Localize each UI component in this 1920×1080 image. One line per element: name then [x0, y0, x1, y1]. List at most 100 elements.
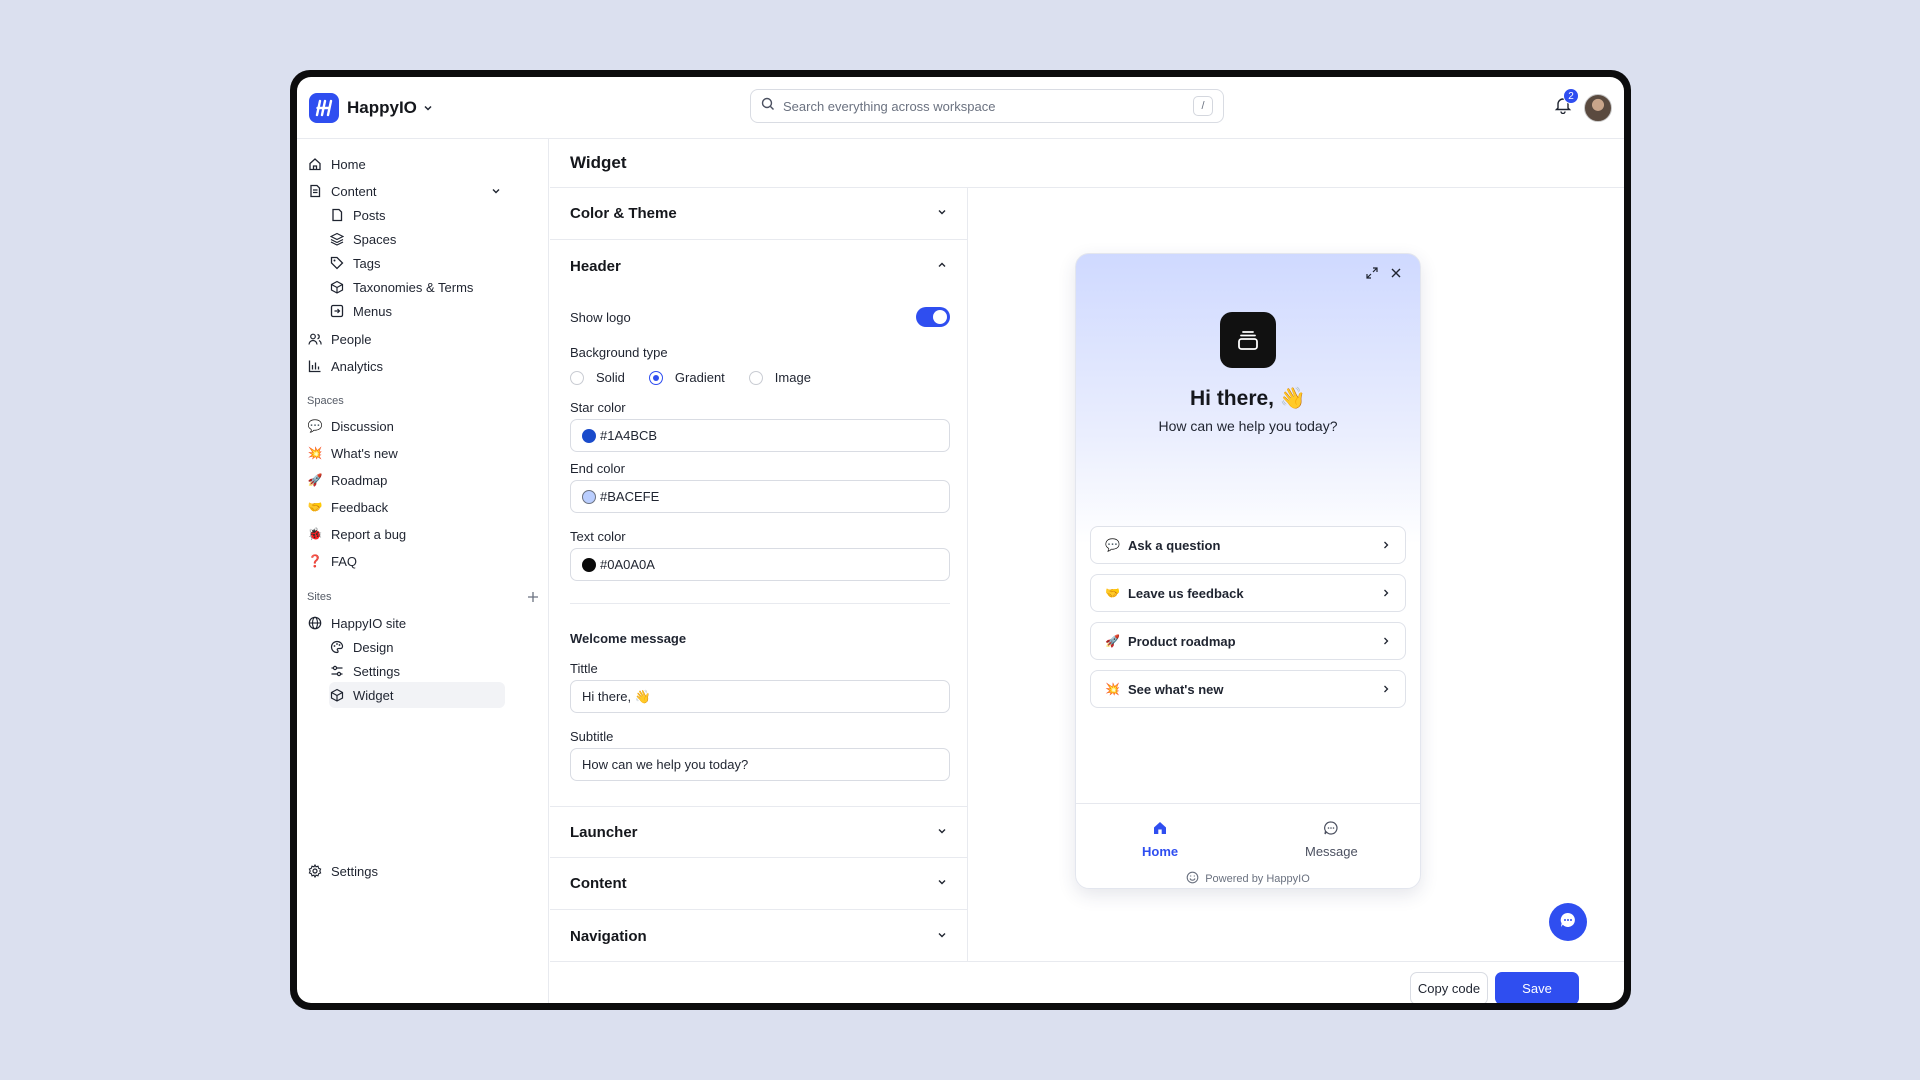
- card-label: Ask a question: [1127, 537, 1221, 553]
- widget-tab-message[interactable]: Message: [1305, 820, 1358, 859]
- field-value: Hi there, 👋: [582, 688, 651, 704]
- sidebar-item-faq[interactable]: ❓ FAQ: [307, 548, 358, 574]
- sidebar-item-roadmap[interactable]: 🚀 Roadmap: [307, 467, 388, 493]
- sidebar-item-home[interactable]: Home: [307, 151, 366, 177]
- accordion-title: Navigation: [570, 927, 647, 945]
- close-icon[interactable]: [1390, 266, 1402, 284]
- handshake-icon: 🤝: [307, 500, 323, 514]
- workspace-name: HappyIO: [347, 97, 417, 117]
- sidebar-item-whats-new[interactable]: 💥 What's new: [307, 440, 398, 466]
- radio-circle-selected: [648, 370, 663, 385]
- chevron-right-icon: [1381, 540, 1391, 550]
- sidebar-item-taxonomies[interactable]: Taxonomies & Terms: [329, 274, 473, 300]
- workspace-switcher[interactable]: HappyIO: [309, 92, 433, 123]
- sidebar-item-label: HappyIO site: [331, 615, 407, 631]
- sidebar-item-design[interactable]: Design: [329, 634, 393, 660]
- device-frame: HappyIO Search everything across workspa…: [290, 70, 1631, 1010]
- accordion-header[interactable]: Header: [550, 240, 968, 292]
- text-color-input[interactable]: #0A0A0A: [570, 548, 950, 581]
- bug-icon: 🐞: [307, 527, 323, 541]
- color-swatch: [582, 557, 596, 572]
- tab-label: Message: [1305, 844, 1358, 859]
- widget-toolbar: [1366, 266, 1402, 284]
- sidebar-item-tags[interactable]: Tags: [329, 250, 380, 276]
- sidebar: Home Content Posts Spaces Tags Taxonomie…: [297, 139, 549, 1003]
- radio-image[interactable]: Image: [748, 370, 811, 385]
- title-input[interactable]: Hi there, 👋: [570, 680, 950, 713]
- end-color-input[interactable]: #BACEFE: [570, 480, 950, 513]
- widget-tab-home[interactable]: Home: [1142, 820, 1178, 859]
- home-icon: [1152, 820, 1168, 839]
- sidebar-item-posts[interactable]: Posts: [329, 202, 386, 228]
- accordion-navigation[interactable]: Navigation: [550, 910, 968, 962]
- accordion-title: Content: [570, 875, 627, 892]
- sidebar-item-report-bug[interactable]: 🐞 Report a bug: [307, 521, 407, 547]
- widget-card-whats-new[interactable]: 💥 See what's new: [1090, 670, 1406, 708]
- copy-code-button[interactable]: Copy code: [1410, 972, 1488, 1003]
- palette-icon: [329, 639, 345, 655]
- expand-icon[interactable]: [1366, 266, 1378, 284]
- sidebar-item-label: Content: [331, 183, 377, 199]
- app-window: HappyIO Search everything across workspa…: [297, 77, 1624, 1003]
- document-icon: [307, 183, 323, 199]
- accordion-color-theme[interactable]: Color & Theme: [550, 188, 968, 240]
- handshake-icon: 🤝: [1105, 586, 1120, 600]
- background-type-radio-group: Solid Gradient Image: [570, 370, 835, 385]
- sidebar-item-label: Widget: [353, 687, 394, 703]
- sidebar-item-discussion[interactable]: 💬 Discussion: [307, 413, 394, 439]
- sidebar-item-widget[interactable]: Widget: [329, 682, 505, 708]
- rocket-icon: 🚀: [307, 473, 323, 487]
- accordion-content[interactable]: Content: [550, 858, 968, 910]
- accordion-launcher[interactable]: Launcher: [550, 806, 968, 858]
- sidebar-item-global-settings[interactable]: Settings: [307, 858, 378, 884]
- notifications-button[interactable]: 2: [1554, 88, 1579, 119]
- sidebar-item-label: Taxonomies & Terms: [353, 279, 474, 295]
- search-input[interactable]: Search everything across workspace /: [750, 89, 1224, 123]
- sidebar-item-menus[interactable]: Menus: [329, 298, 392, 324]
- field-value: #BACEFE: [600, 489, 660, 504]
- show-logo-toggle[interactable]: [916, 307, 950, 327]
- save-button[interactable]: Save: [1495, 972, 1579, 1003]
- radio-solid[interactable]: Solid: [570, 370, 625, 385]
- chevron-right-icon: [1381, 684, 1391, 694]
- search-shortcut: /: [1193, 96, 1213, 116]
- chevron-down-icon: [936, 205, 948, 222]
- chevron-up-icon: [936, 258, 948, 275]
- chevron-down-icon: [491, 186, 501, 196]
- chevron-down-icon: [423, 103, 433, 113]
- card-label: Leave us feedback: [1127, 585, 1244, 601]
- field-value: How can we help you today?: [582, 757, 749, 772]
- sidebar-item-people[interactable]: People: [307, 326, 371, 352]
- widget-card-feedback[interactable]: 🤝 Leave us feedback: [1090, 574, 1406, 612]
- sidebar-item-label: Feedback: [331, 499, 389, 515]
- add-site-icon[interactable]: [527, 591, 539, 603]
- widget-launcher-button[interactable]: [1549, 903, 1587, 941]
- sidebar-item-settings[interactable]: Settings: [329, 658, 400, 684]
- sidebar-item-analytics[interactable]: Analytics: [307, 353, 383, 379]
- section-label-sites: Sites: [307, 591, 332, 603]
- sidebar-item-label: Report a bug: [331, 526, 407, 542]
- show-logo-label: Show logo: [570, 310, 631, 325]
- welcome-message-heading: Welcome message: [570, 631, 687, 646]
- sidebar-item-feedback[interactable]: 🤝 Feedback: [307, 494, 389, 520]
- sidebar-item-spaces[interactable]: Spaces: [329, 226, 396, 252]
- smile-icon: [1186, 871, 1199, 887]
- widget-logo-icon: [1220, 312, 1276, 368]
- globe-icon: [307, 615, 323, 631]
- widget-card-ask-question[interactable]: 💬 Ask a question: [1090, 526, 1406, 564]
- subtitle-input[interactable]: How can we help you today?: [570, 748, 950, 781]
- avatar[interactable]: [1584, 94, 1612, 122]
- radio-gradient[interactable]: Gradient: [648, 370, 725, 385]
- star-color-label: Star color: [570, 400, 626, 415]
- speech-bubble-icon: 💬: [1105, 538, 1120, 552]
- star-color-input[interactable]: #1A4BCB: [570, 419, 950, 452]
- widget-card-roadmap[interactable]: 🚀 Product roadmap: [1090, 622, 1406, 660]
- color-swatch: [582, 489, 596, 504]
- question-mark-icon: ❓: [307, 554, 323, 568]
- sidebar-item-happyio-site[interactable]: HappyIO site: [307, 610, 406, 636]
- text-color-label: Text color: [570, 529, 626, 544]
- file-icon: [329, 207, 345, 223]
- chevron-down-icon: [936, 875, 948, 892]
- sidebar-item-content[interactable]: Content: [307, 178, 501, 204]
- radio-circle: [748, 370, 763, 385]
